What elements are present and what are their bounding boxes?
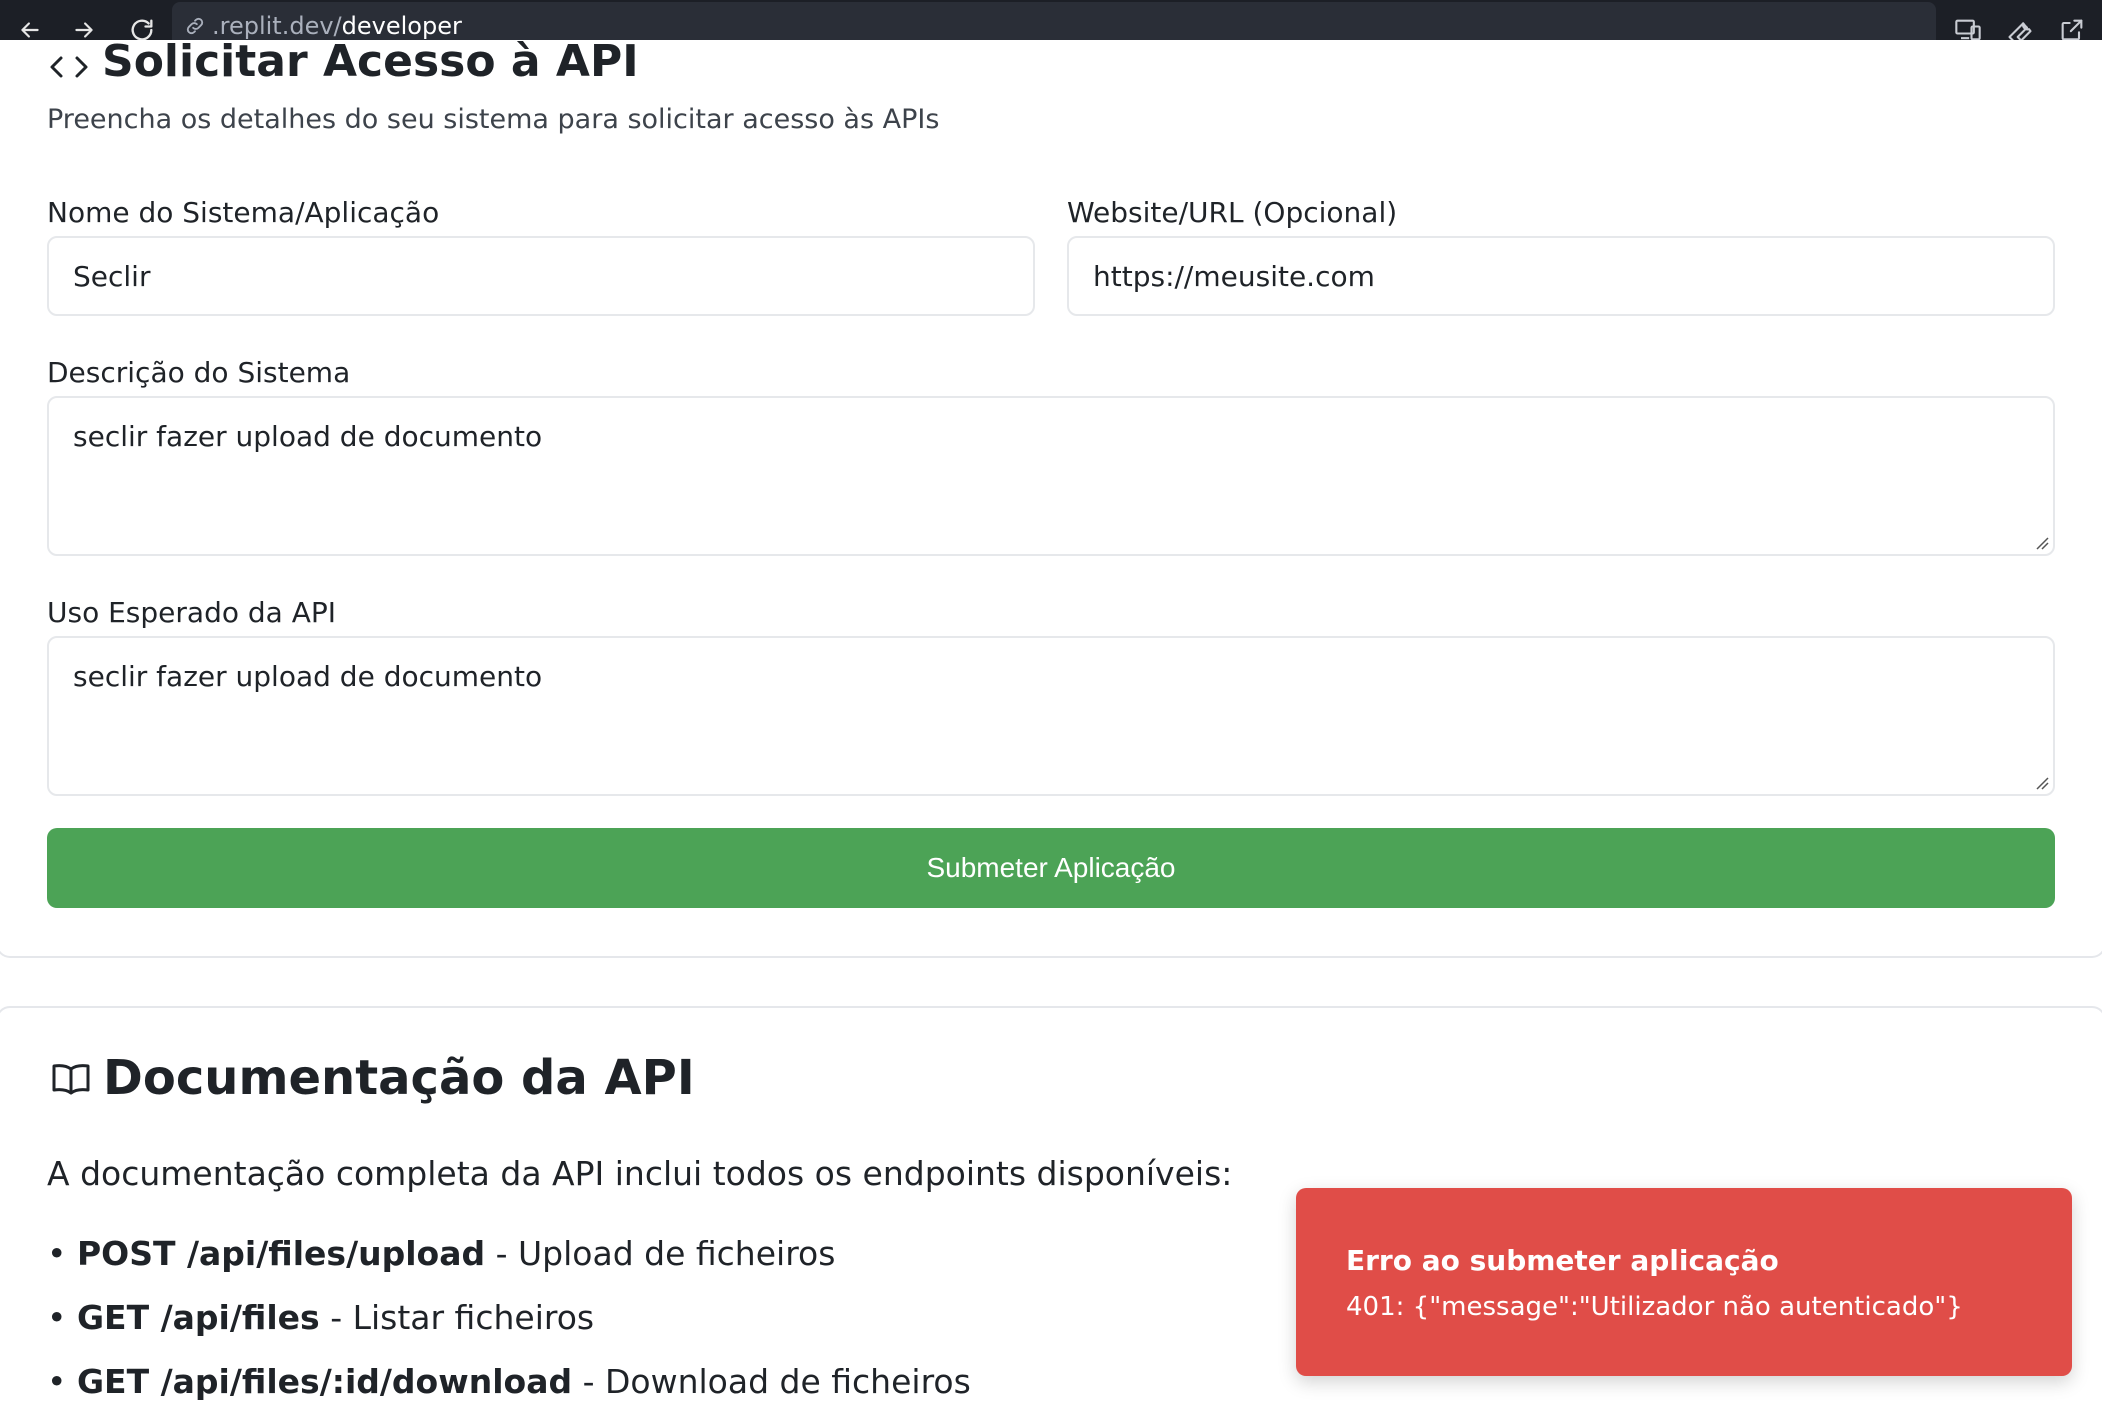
code-icon: [48, 52, 90, 86]
description-text: seclir fazer upload de documento: [73, 420, 543, 453]
toast-title: Erro ao submeter aplicação: [1346, 1244, 1779, 1277]
website-label: Website/URL (Opcional): [1067, 196, 1398, 229]
submit-application-button[interactable]: Submeter Aplicação: [47, 828, 2055, 908]
endpoint-path: POST /api/files/upload: [76, 1234, 486, 1273]
expected-use-text: seclir fazer upload de documento: [73, 660, 543, 693]
toast-message: 401: {"message":"Utilizador não autentic…: [1346, 1292, 1963, 1322]
error-toast[interactable]: Erro ao submeter aplicação 401: {"messag…: [1296, 1188, 2072, 1376]
resize-handle-icon[interactable]: [2033, 534, 2049, 550]
endpoint-path: GET /api/files/:id/download: [76, 1362, 573, 1401]
expected-use-textarea[interactable]: seclir fazer upload de documento: [47, 636, 2055, 796]
system-name-input[interactable]: Seclir: [47, 236, 1035, 316]
link-icon: [184, 15, 206, 37]
endpoint-item: • POST /api/files/upload - Upload de fic…: [47, 1234, 836, 1273]
description-textarea[interactable]: seclir fazer upload de documento: [47, 396, 2055, 556]
form-subtitle: Preencha os detalhes do seu sistema para…: [47, 104, 940, 135]
website-input[interactable]: https://meusite.com: [1067, 236, 2055, 316]
docs-title: Documentação da API: [103, 1050, 695, 1106]
book-open-icon: [51, 1062, 91, 1100]
endpoint-description: Listar ficheiros: [352, 1298, 595, 1337]
endpoint-path: GET /api/files: [76, 1298, 320, 1337]
endpoint-description: Upload de ficheiros: [518, 1234, 836, 1273]
system-name-label: Nome do Sistema/Aplicação: [47, 196, 440, 229]
docs-intro: A documentação completa da API inclui to…: [47, 1154, 1233, 1193]
endpoint-item: • GET /api/files - Listar ficheiros: [47, 1298, 595, 1337]
description-label: Descrição do Sistema: [47, 356, 351, 389]
endpoint-description: Download de ficheiros: [604, 1362, 971, 1401]
endpoint-item: • GET /api/files/:id/download - Download…: [47, 1362, 971, 1401]
resize-handle-icon[interactable]: [2033, 774, 2049, 790]
expected-use-label: Uso Esperado da API: [47, 596, 336, 629]
page-title: Solicitar Acesso à API: [102, 36, 639, 87]
